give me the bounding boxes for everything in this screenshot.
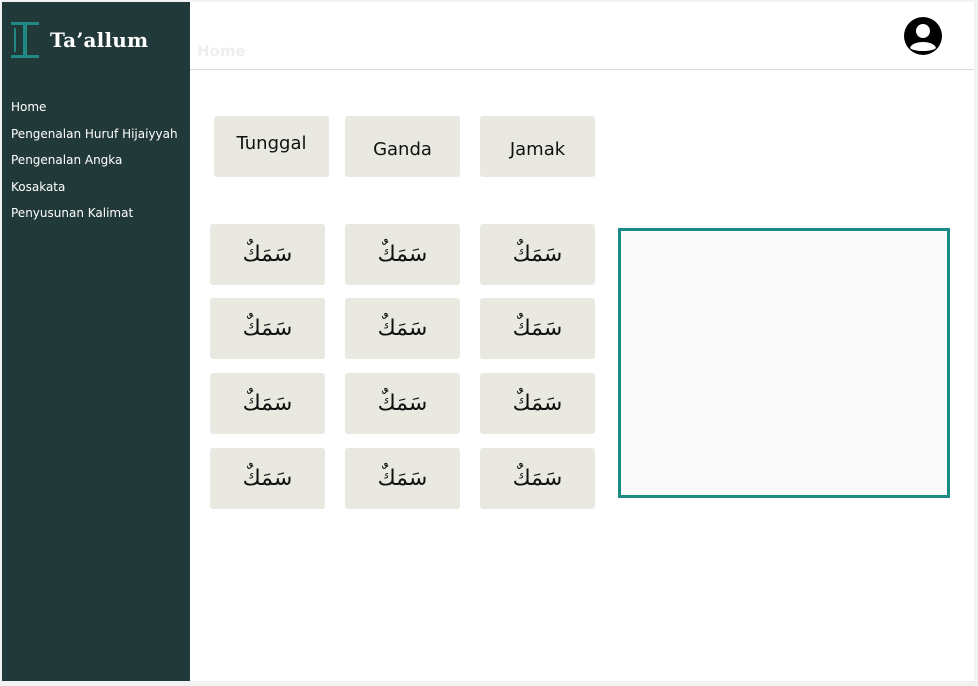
sidebar-item-angka[interactable]: Pengenalan Angka <box>11 150 178 177</box>
word-card[interactable]: سَمَكٌ <box>480 373 595 434</box>
sidebar-item-home[interactable]: Home <box>11 97 178 124</box>
page-title-ghost: Home <box>197 42 246 60</box>
word-card[interactable]: سَمَكٌ <box>345 448 460 509</box>
sidebar: Ta’allum Home Pengenalan Huruf Hijaiyyah… <box>2 2 190 681</box>
top-bar <box>190 2 974 70</box>
word-detail-panel <box>618 228 950 498</box>
sidebar-item-kalimat[interactable]: Penyusunan Kalimat <box>11 203 178 230</box>
sidebar-item-kosakata[interactable]: Kosakata <box>11 177 178 204</box>
logo[interactable]: Ta’allum <box>10 22 148 58</box>
word-card[interactable]: سَمَكٌ <box>480 298 595 359</box>
app-name: Ta’allum <box>50 28 149 52</box>
category-tunggal-button[interactable]: Tunggal <box>214 116 329 177</box>
word-card[interactable]: سَمَكٌ <box>210 373 325 434</box>
word-card[interactable]: سَمَكٌ <box>345 298 460 359</box>
word-card[interactable]: سَمَكٌ <box>210 448 325 509</box>
word-card[interactable]: سَمَكٌ <box>345 224 460 285</box>
sidebar-nav: Home Pengenalan Huruf Hijaiyyah Pengenal… <box>11 97 178 230</box>
category-ganda-button[interactable]: Ganda <box>345 116 460 177</box>
user-avatar-icon[interactable] <box>904 17 942 55</box>
word-card[interactable]: سَمَكٌ <box>210 298 325 359</box>
app-frame: Ta’allum Home Pengenalan Huruf Hijaiyyah… <box>2 2 974 681</box>
sidebar-item-huruf-hijaiyyah[interactable]: Pengenalan Huruf Hijaiyyah <box>11 124 178 151</box>
word-card[interactable]: سَمَكٌ <box>480 448 595 509</box>
word-card[interactable]: سَمَكٌ <box>345 373 460 434</box>
category-jamak-button[interactable]: Jamak <box>480 116 595 177</box>
word-card[interactable]: سَمَكٌ <box>480 224 595 285</box>
logo-mark-icon <box>10 22 40 58</box>
word-card[interactable]: سَمَكٌ <box>210 224 325 285</box>
